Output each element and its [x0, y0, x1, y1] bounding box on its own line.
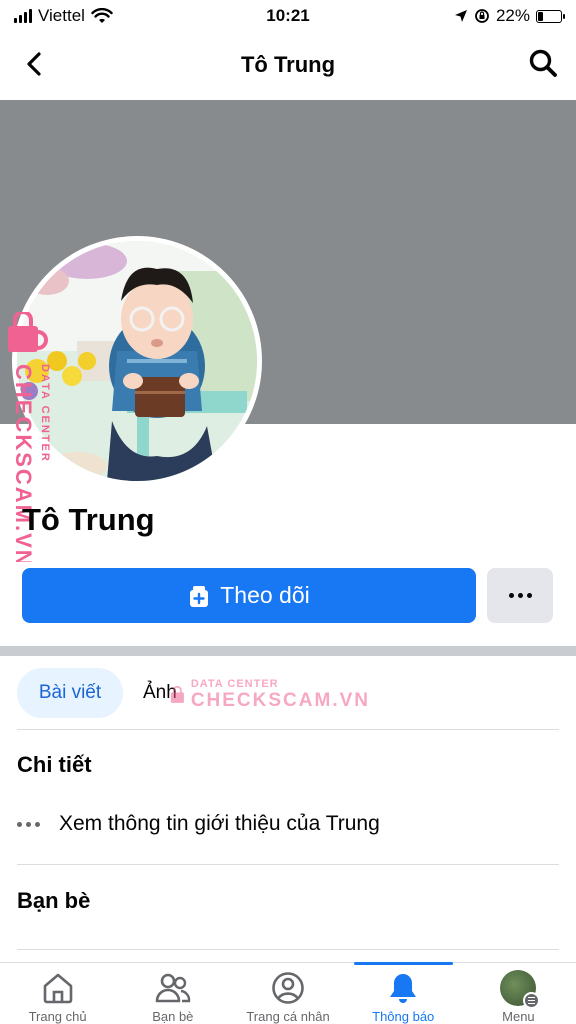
more-dot — [508, 593, 514, 598]
friends-icon — [155, 970, 191, 1006]
section-divider — [0, 646, 576, 656]
status-bar: Viettel 10:21 22% — [0, 0, 576, 32]
menu-avatar — [500, 970, 541, 1009]
status-right: 22% — [454, 6, 565, 26]
search-icon — [529, 49, 557, 77]
signal-icon — [14, 9, 32, 23]
location-arrow-icon — [454, 10, 467, 22]
watermark-horizontal: DATA CENTER CHECKSCAM.VN — [170, 670, 370, 720]
battery-percent: 22% — [495, 6, 530, 25]
more-options-button[interactable] — [487, 568, 553, 623]
divider — [17, 729, 559, 730]
friends-title: Bạn bè — [17, 888, 91, 913]
profile-icon — [270, 970, 306, 1006]
nav-bar: Tô Trung — [0, 32, 576, 98]
watermark-caption: DATA CENTER — [190, 678, 279, 690]
back-button[interactable] — [18, 48, 50, 80]
watermark-brand: CHECKSCAM.VN — [190, 690, 370, 711]
bell-icon — [385, 970, 421, 1006]
divider — [17, 949, 559, 950]
wifi-icon — [91, 8, 113, 23]
profile-name: Tô Trung — [22, 502, 155, 537]
tab-home[interactable]: Trang chủ — [0, 963, 115, 1024]
tab-label: Trang chủ — [28, 1009, 87, 1024]
chevron-left-icon — [27, 52, 41, 76]
search-button[interactable] — [526, 46, 560, 80]
active-tab-indicator — [353, 962, 453, 965]
about-text: Xem thông tin giới thiệu của Trung — [59, 812, 380, 835]
tab-label: Trang cá nhân — [246, 1009, 330, 1024]
page-title: Tô Trung — [240, 52, 336, 77]
bottom-tab-bar: Trang chủ Bạn bè Trang cá nhân Thông báo… — [0, 962, 576, 1024]
tab-friends[interactable]: Bạn bè — [115, 963, 230, 1024]
tab-menu[interactable]: Menu — [461, 963, 576, 1024]
more-dot — [517, 593, 523, 598]
more-dot — [526, 593, 532, 598]
tab-label: Menu — [502, 1009, 535, 1024]
home-icon — [40, 970, 76, 1006]
carrier-label: Viettel — [38, 6, 85, 25]
watermark-caption: DATA CENTER — [39, 364, 51, 463]
follow-button[interactable]: Theo dõi — [22, 568, 476, 623]
menu-avatar-wrap — [500, 970, 541, 1009]
status-left: Viettel — [14, 6, 113, 26]
tab-posts[interactable]: Bài viết — [17, 668, 123, 718]
divider — [17, 864, 559, 865]
tab-profile[interactable]: Trang cá nhân — [230, 963, 345, 1024]
battery-icon — [536, 9, 565, 23]
tab-label: Thông báo — [372, 1009, 435, 1024]
details-title: Chi tiết — [17, 752, 92, 777]
tab-notifications[interactable]: Thông báo — [346, 962, 461, 1024]
follow-label: Theo dõi — [220, 582, 310, 608]
about-link[interactable]: Xem thông tin giới thiệu của Trung — [17, 806, 380, 842]
rotation-lock-icon — [475, 9, 489, 23]
follow-icon — [190, 585, 209, 607]
tab-label: Bạn bè — [152, 1009, 194, 1024]
lock-icon — [170, 685, 184, 703]
battery-fill — [538, 11, 543, 21]
menu-icon — [523, 992, 541, 1009]
more-dots-icon — [17, 821, 43, 827]
